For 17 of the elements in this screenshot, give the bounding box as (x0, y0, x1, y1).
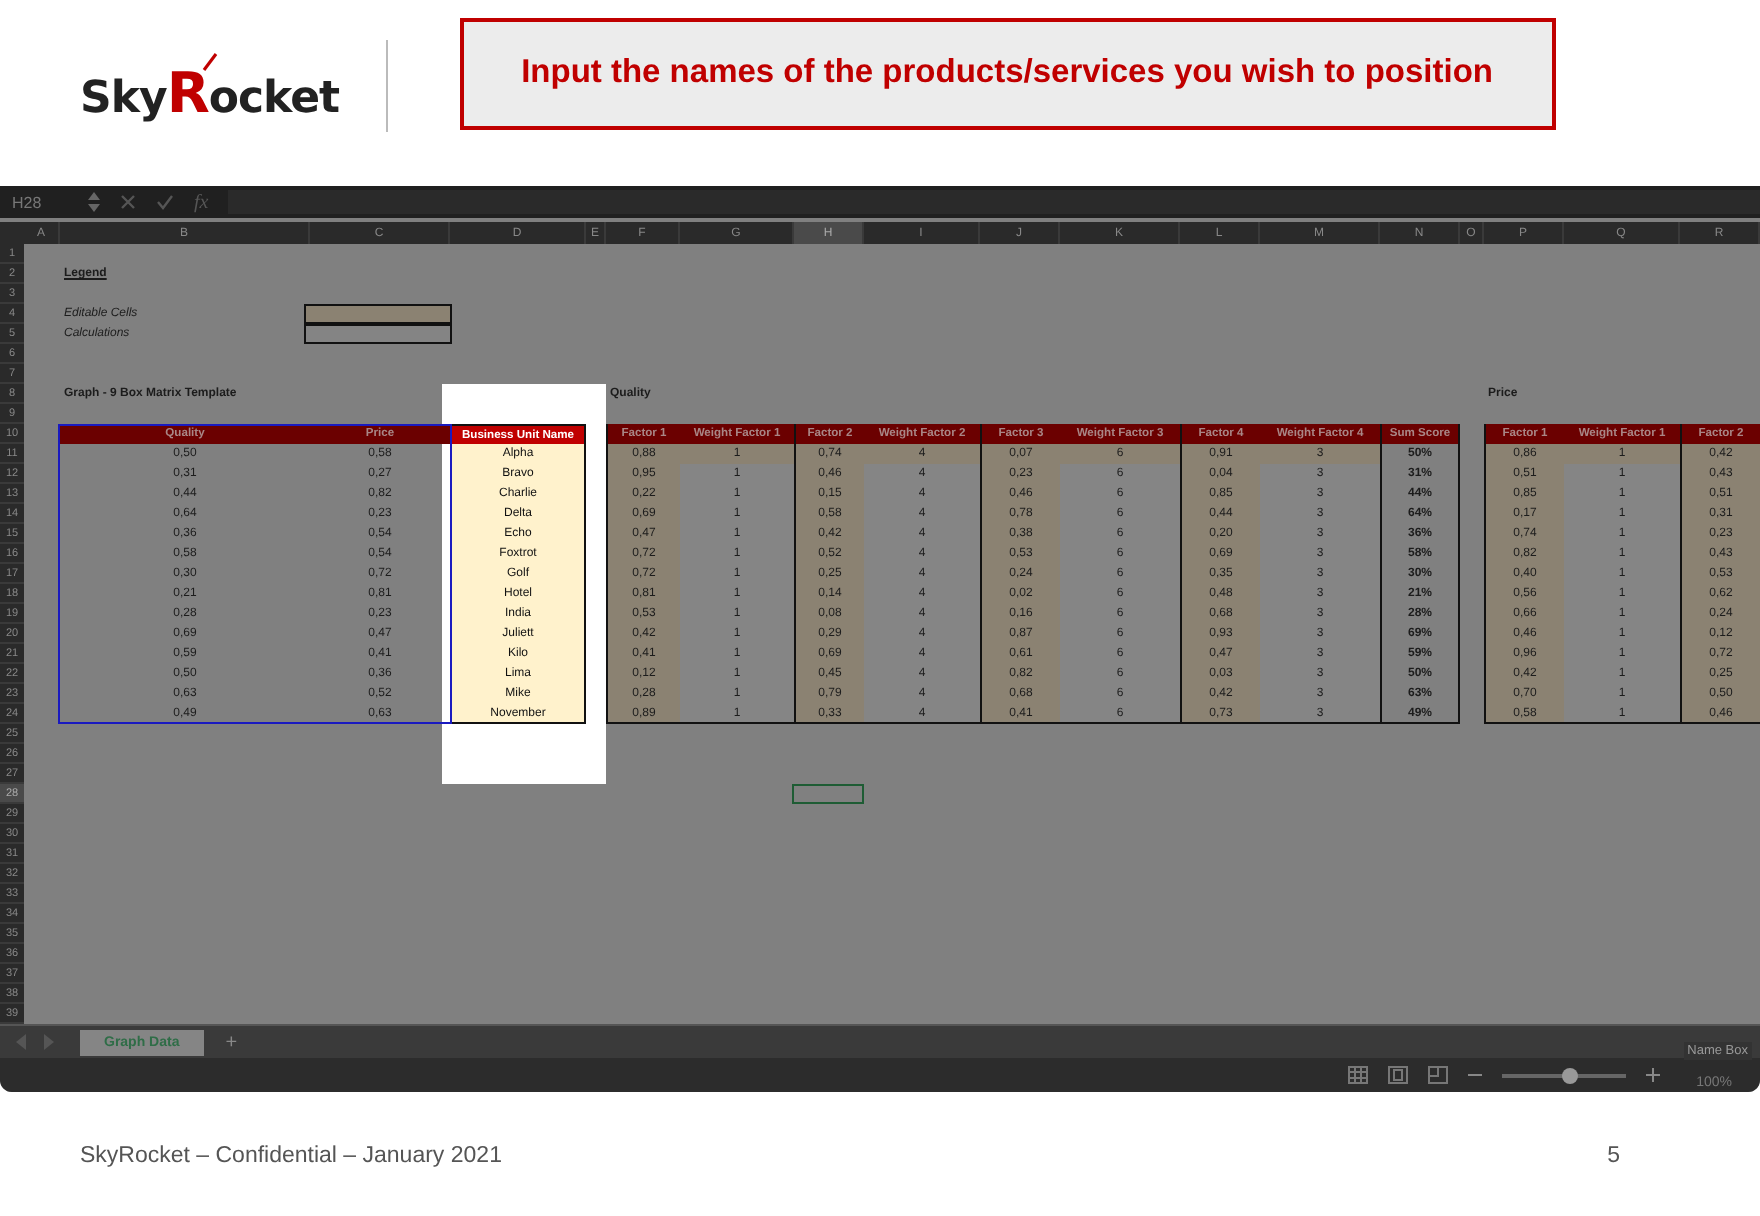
page-number: 5 (1607, 1144, 1620, 1168)
previous-sheet-icon[interactable] (16, 1034, 28, 1050)
cancel-icon[interactable] (120, 194, 136, 210)
name-box-field[interactable]: H28 (12, 193, 68, 211)
logo: SkyRocket (80, 44, 340, 126)
stepper-icon[interactable] (88, 192, 100, 212)
instruction-callout: Input the names of the products/services you wish to position (459, 17, 1556, 129)
add-sheet-button[interactable]: + (217, 1031, 246, 1053)
grid-view-icon[interactable] (1348, 1066, 1368, 1084)
check-icon[interactable] (156, 194, 174, 210)
active-cell[interactable] (792, 784, 864, 804)
page-break-icon[interactable] (1428, 1066, 1448, 1084)
page-layout-icon[interactable] (1388, 1066, 1408, 1084)
zoom-in-icon[interactable] (1646, 1068, 1660, 1082)
zoom-out-icon[interactable] (1468, 1068, 1482, 1082)
footer-text: SkyRocket – Confidential – January 2021 (80, 1144, 502, 1168)
next-sheet-icon[interactable] (42, 1034, 54, 1050)
